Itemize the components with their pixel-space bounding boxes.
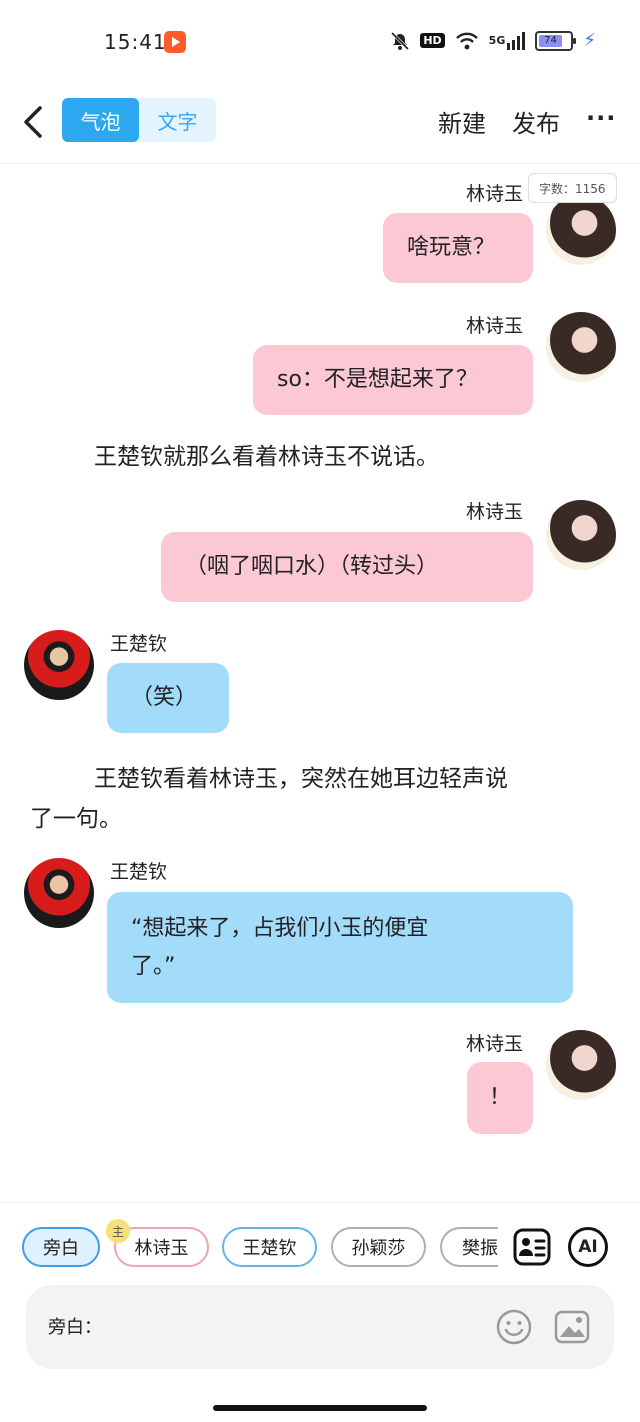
mute-bell-icon [390, 31, 410, 51]
avatar[interactable] [546, 312, 616, 382]
avatar[interactable] [24, 858, 94, 928]
battery-icon: 74 [535, 30, 577, 51]
message-text-line: “想起来了，占我们小玉的便宜 [131, 915, 429, 941]
avatar[interactable] [546, 1030, 616, 1100]
battery-level: 74 [539, 34, 562, 47]
speaker-name: 王楚钦 [110, 633, 168, 655]
message-text-line: 了。” [131, 953, 176, 979]
character-chip-sun[interactable]: 孙颖莎 [331, 1227, 426, 1267]
composer-panel: 旁白 林诗玉 主 王楚钦 孙颖莎 樊振东 AI 旁白： [0, 1202, 640, 1422]
avatar[interactable] [546, 500, 616, 570]
wifi-icon [455, 31, 479, 51]
speaker-name: 林诗玉 [466, 1033, 524, 1055]
signal-icon: 5G [488, 31, 526, 50]
status-bar: 15:41 HD 5G 74 ⚡ [0, 0, 640, 88]
message-bubble[interactable]: so：不是想起来了？ [253, 345, 533, 415]
mode-toggle: 气泡 文字 [62, 98, 216, 142]
ai-button[interactable]: AI [568, 1227, 608, 1267]
message-bubble[interactable]: “想起来了，占我们小玉的便宜 了。” [107, 892, 573, 1003]
network-label: 5G [488, 34, 506, 47]
new-button[interactable]: 新建 [438, 104, 486, 139]
emoji-button[interactable] [496, 1309, 532, 1345]
charging-icon: ⚡ [583, 30, 596, 51]
hd-icon: HD [420, 33, 445, 48]
speaker-name: 林诗玉 [466, 315, 524, 337]
message-bubble[interactable]: （笑） [107, 663, 229, 733]
image-button[interactable] [554, 1309, 590, 1345]
avatar[interactable] [24, 630, 94, 700]
speaker-name: 林诗玉 [466, 183, 524, 205]
avatar[interactable] [546, 195, 616, 265]
message-bubble[interactable]: （咽了咽口水）（转过头） [161, 532, 533, 602]
character-chip-wang[interactable]: 王楚钦 [222, 1227, 317, 1267]
image-icon [554, 1310, 590, 1344]
publish-button[interactable]: 发布 [512, 104, 560, 139]
message-input[interactable] [110, 1307, 490, 1347]
contact-card-icon [513, 1228, 551, 1266]
tab-text[interactable]: 文字 [139, 98, 216, 142]
home-indicator[interactable] [213, 1405, 427, 1411]
speaker-name: 林诗玉 [466, 501, 524, 523]
input-speaker-prefix: 旁白： [48, 1317, 102, 1338]
message-input-box: 旁白： [26, 1285, 614, 1369]
status-icons: HD 5G 74 ⚡ [390, 30, 596, 51]
smiley-icon [496, 1309, 532, 1345]
narration-text[interactable]: 王楚钦看着林诗玉，突然在她耳边轻声说 [94, 757, 508, 801]
back-button[interactable] [18, 102, 48, 142]
narration-text-continued[interactable]: 了一句。 [30, 797, 122, 841]
character-chip-narrator[interactable]: 旁白 [22, 1227, 100, 1267]
status-time: 15:41 [104, 30, 167, 54]
tab-bubble[interactable]: 气泡 [62, 98, 139, 142]
chevron-left-icon [24, 106, 42, 138]
character-manage-button[interactable] [512, 1227, 552, 1267]
editor-header: 气泡 文字 新建 发布 ··· [0, 88, 640, 164]
message-bubble[interactable]: ！ [467, 1062, 533, 1134]
speaker-name: 王楚钦 [110, 861, 168, 883]
video-app-icon [164, 31, 186, 53]
more-button[interactable]: ··· [586, 104, 616, 132]
message-bubble[interactable]: 啥玩意？ [383, 213, 533, 283]
narration-text[interactable]: 王楚钦就那么看着林诗玉不说话。 [94, 435, 439, 479]
chat-area: 林诗玉 啥玩意？ 字数：1156 林诗玉 so：不是想起来了？ 王楚钦就那么看着… [0, 165, 640, 1200]
word-count-badge: 字数：1156 [528, 173, 617, 203]
character-chip-fan[interactable]: 樊振东 [440, 1227, 498, 1267]
main-character-badge: 主 [106, 1219, 130, 1243]
